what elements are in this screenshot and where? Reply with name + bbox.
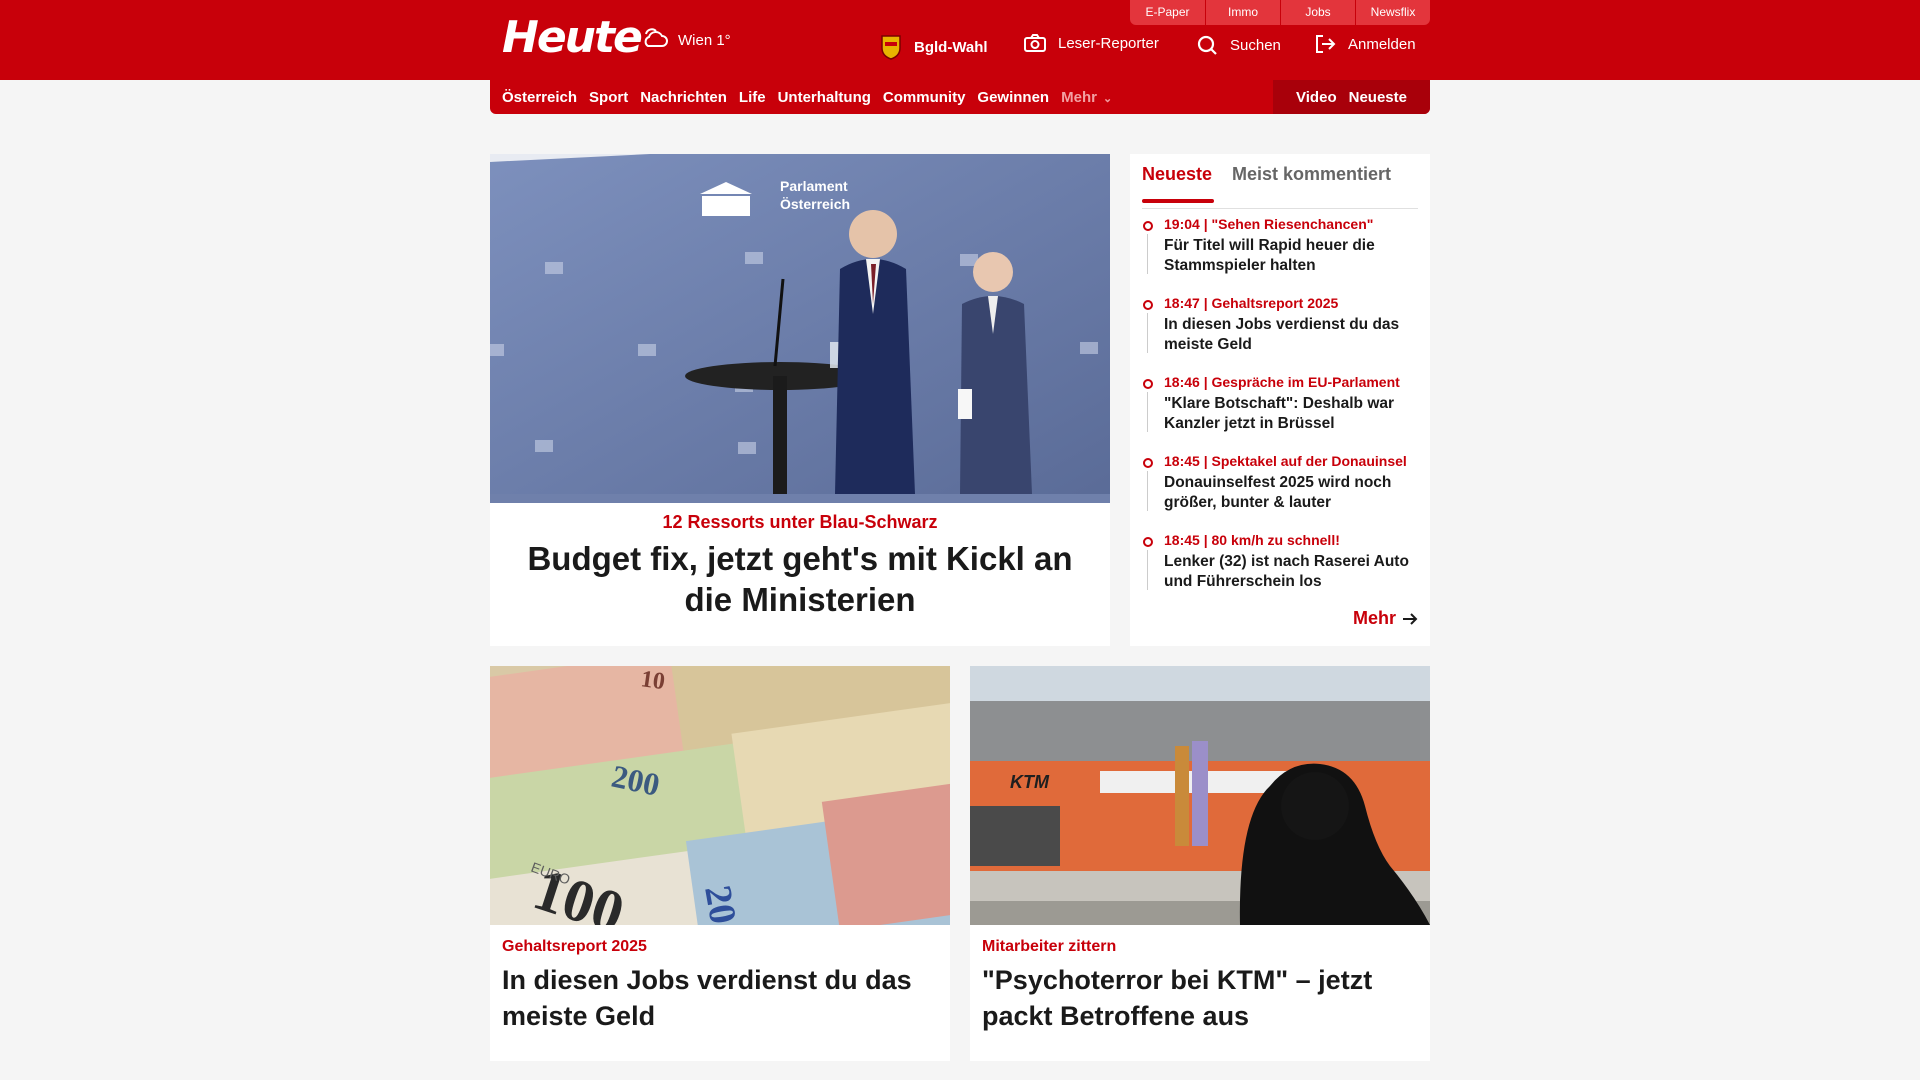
jobs-link[interactable]: Jobs	[1280, 0, 1355, 25]
hero-article[interactable]: Parlament Österreich 12 Ressorts unter B…	[490, 154, 1110, 646]
search-button[interactable]: Suchen	[1196, 34, 1281, 56]
sidebar-more-link[interactable]: Mehr	[1353, 608, 1418, 629]
election-link[interactable]: Bgld-Wahl	[880, 34, 988, 60]
camera-icon	[1024, 34, 1046, 52]
timeline-meta: 18:45 | 80 km/h zu schnell!	[1164, 532, 1340, 548]
hero-headline[interactable]: Budget fix, jetzt geht's mit Kickl an di…	[500, 538, 1100, 620]
timeline-dot	[1143, 458, 1153, 468]
cloud-sun-icon	[644, 28, 668, 47]
timeline-headline[interactable]: In diesen Jobs verdienst du das meiste G…	[1164, 315, 1424, 355]
sidebar-more-label: Mehr	[1352, 608, 1396, 628]
tab-meist-kommentiert[interactable]: Meist kommentiert	[1232, 164, 1391, 185]
article-card[interactable]: 200 100 20 10 EURO Gehaltsreport 2025 In…	[490, 666, 950, 1061]
banknotes-photo: 200 100 20 10 EURO	[490, 666, 950, 925]
card-image-money[interactable]: 200 100 20 10 EURO	[490, 666, 950, 925]
main-nav: Österreich Sport Nachrichten Life Unterh…	[490, 80, 1430, 114]
timeline-dot	[1143, 300, 1153, 310]
nav-item-gewinnen[interactable]: Gewinnen	[977, 89, 1049, 106]
logo-text-1: Parlament	[780, 178, 848, 194]
weather-widget[interactable]: Wien 1°	[638, 26, 731, 54]
reporter-label: Leser-Reporter	[1058, 34, 1159, 52]
search-icon	[1197, 35, 1217, 55]
nav-more-label: Mehr	[1061, 88, 1097, 106]
coat-of-arms-icon	[881, 35, 901, 60]
nav-item-oesterreich[interactable]: Österreich	[502, 89, 577, 106]
nav-item-nachrichten[interactable]: Nachrichten	[640, 89, 727, 106]
chevron-down-icon: ⌄	[1102, 92, 1113, 105]
nav-more-dropdown[interactable]: Mehr ⌄	[1061, 89, 1124, 106]
timeline-meta: 18:47 | Gehaltsreport 2025	[1164, 295, 1339, 311]
timeline-headline[interactable]: Für Titel will Rapid heuer die Stammspie…	[1164, 236, 1424, 276]
reporter-link[interactable]: Leser-Reporter	[1024, 34, 1159, 52]
note-text-10: 10	[639, 666, 666, 695]
tab-neueste[interactable]: Neueste	[1142, 164, 1215, 203]
timeline-dot	[1143, 537, 1153, 547]
nav-video[interactable]: Video	[1296, 89, 1337, 106]
timeline-line	[1147, 313, 1148, 353]
e-paper-link[interactable]: E-Paper	[1130, 0, 1205, 25]
logo-text-2: Österreich	[780, 196, 850, 212]
login-icon	[1316, 35, 1336, 53]
timeline-headline[interactable]: Lenker (32) ist nach Raserei Auto und Fü…	[1164, 552, 1424, 592]
card-headline[interactable]: In diesen Jobs verdienst du das meiste G…	[502, 962, 938, 1034]
card-image-ktm[interactable]: KTM	[970, 666, 1430, 925]
card-headline[interactable]: "Psychoterror bei KTM" – jetzt packt Bet…	[982, 962, 1418, 1034]
ktm-building-photo: KTM	[970, 666, 1430, 925]
timeline-line	[1147, 392, 1148, 432]
nav-item-sport[interactable]: Sport	[589, 89, 628, 106]
site-logo[interactable]: Heute	[502, 12, 643, 63]
timeline-dot	[1143, 221, 1153, 231]
building-sign-text: KTM	[1010, 772, 1050, 792]
timeline-meta: 18:46 | Gespräche im EU-Parlament	[1164, 374, 1400, 390]
nav-item-life[interactable]: Life	[739, 89, 766, 106]
newest-sidebar: Neueste Meist kommentiert 19:04 | "Sehen…	[1130, 154, 1430, 646]
election-label: Bgld-Wahl	[914, 38, 988, 56]
timeline-line	[1147, 471, 1148, 511]
card-kicker[interactable]: Mitarbeiter zittern	[982, 938, 1116, 956]
timeline-line	[1147, 550, 1148, 590]
newsflix-link[interactable]: Newsflix	[1355, 0, 1430, 25]
timeline-dot	[1143, 379, 1153, 389]
timeline-meta: 18:45 | Spektakel auf der Donauinsel	[1164, 453, 1407, 469]
nav-item-unterhaltung[interactable]: Unterhaltung	[778, 89, 871, 106]
nav-item-community[interactable]: Community	[883, 89, 966, 106]
hero-photo: Parlament Österreich	[490, 154, 1110, 503]
hero-image[interactable]: Parlament Österreich	[490, 154, 1110, 503]
utility-links: E-Paper Immo Jobs Newsflix	[1130, 0, 1430, 25]
timeline-headline[interactable]: Donauinselfest 2025 wird noch größer, bu…	[1164, 473, 1424, 513]
timeline-headline[interactable]: "Klare Botschaft": Deshalb war Kanzler j…	[1164, 394, 1424, 434]
sidebar-tabs: Neueste Meist kommentiert	[1142, 164, 1418, 209]
site-header: E-Paper Immo Jobs Newsflix Heute Wien 1°…	[0, 0, 1920, 80]
timeline-line	[1147, 234, 1148, 274]
weather-label: Wien 1°	[678, 31, 731, 49]
timeline-meta: 19:04 | "Sehen Riesenchancen"	[1164, 216, 1374, 232]
nav-neueste[interactable]: Neueste	[1349, 89, 1407, 106]
nav-right-group: Video Neueste	[1273, 80, 1430, 114]
login-label: Anmelden	[1348, 35, 1416, 53]
article-card[interactable]: KTM Mitarbeiter zittern "Psychoterror be…	[970, 666, 1430, 1061]
hero-kicker[interactable]: 12 Ressorts unter Blau-Schwarz	[490, 512, 1110, 533]
arrow-right-icon	[1403, 612, 1418, 625]
search-label: Suchen	[1230, 36, 1281, 54]
note-text-20: 20	[696, 882, 744, 925]
immo-link[interactable]: Immo	[1205, 0, 1280, 25]
card-kicker[interactable]: Gehaltsreport 2025	[502, 938, 647, 956]
login-button[interactable]: Anmelden	[1314, 34, 1416, 54]
